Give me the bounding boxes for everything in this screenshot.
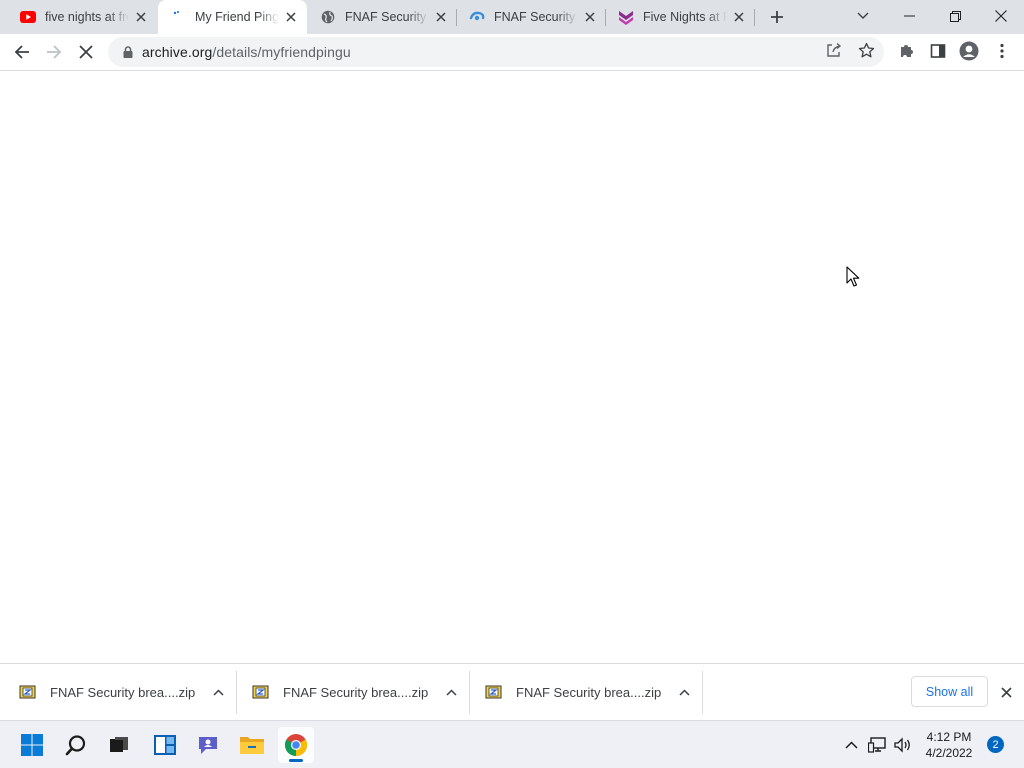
chrome-taskbar-button[interactable] — [278, 727, 314, 763]
tab-title: My Friend Pingu — [195, 10, 279, 24]
download-separator — [702, 671, 703, 714]
restore-icon — [949, 10, 961, 22]
tab-fnaf-security-breach-1[interactable]: FNAF Security breach — [308, 0, 457, 34]
chat-icon — [199, 737, 217, 754]
stop-loading-button[interactable] — [72, 38, 100, 66]
taskbar-search-button[interactable] — [58, 727, 94, 763]
search-icon — [65, 735, 86, 756]
chevron-up-icon[interactable] — [441, 683, 461, 703]
side-panel-icon[interactable] — [927, 40, 949, 62]
tab-title: FNAF Security breach — [494, 10, 578, 24]
page-content — [0, 71, 1024, 663]
chrome-icon — [285, 734, 307, 756]
download-shelf: FNAF Security brea....zip FNAF Security … — [0, 663, 1024, 720]
close-icon — [79, 45, 93, 59]
lock-icon[interactable] — [120, 44, 136, 60]
tab-five-nights-at-freddys[interactable]: Five Nights at Freddy's — [606, 0, 755, 34]
download-item[interactable]: FNAF Security brea....zip — [0, 664, 233, 721]
tab-fnaf-security-breach-2[interactable]: FNAF Security breach — [457, 0, 606, 34]
widgets-button[interactable] — [147, 727, 183, 763]
windows-taskbar: 4:12 PM 4/2/2022 2 — [0, 720, 1024, 768]
chevron-down-icon — [857, 12, 869, 19]
url-path: /details/myfriendpingu — [212, 44, 351, 60]
url-host: archive.org — [142, 44, 213, 60]
close-icon[interactable] — [996, 682, 1016, 702]
loading-spinner-icon — [170, 9, 186, 25]
task-view-icon — [110, 737, 128, 752]
close-icon — [995, 10, 1007, 22]
tab-strip: five nights at freddy's security breach … — [0, 0, 1024, 34]
plus-icon — [771, 11, 783, 23]
clock-time: 4:12 PM — [926, 730, 972, 744]
close-window-button[interactable] — [978, 0, 1024, 32]
zip-archive-icon — [18, 683, 38, 703]
new-tab-button[interactable] — [765, 5, 789, 29]
close-icon[interactable] — [731, 9, 747, 25]
chevron-up-icon[interactable] — [674, 683, 694, 703]
file-explorer-button[interactable] — [234, 727, 270, 763]
volume-icon[interactable] — [892, 734, 914, 756]
zip-archive-icon — [251, 683, 271, 703]
chevron-logo-icon — [618, 9, 634, 25]
download-filename: FNAF Security brea....zip — [283, 685, 429, 700]
active-app-indicator — [289, 759, 303, 762]
back-button[interactable] — [8, 38, 36, 66]
show-hidden-icons-chevron-up-icon[interactable] — [840, 734, 862, 756]
address-bar[interactable]: archive.org/details/myfriendpingu — [108, 37, 884, 67]
file-explorer-icon — [240, 737, 264, 754]
bookmark-star-icon[interactable] — [857, 41, 875, 59]
download-item[interactable]: FNAF Security brea....zip — [233, 664, 466, 721]
download-item[interactable]: FNAF Security brea....zip — [466, 664, 699, 721]
tab-my-friend-pingu[interactable]: My Friend Pingu — [158, 0, 307, 34]
more-menu-icon[interactable] — [991, 40, 1013, 62]
tab-youtube[interactable]: five nights at freddy's security breach — [8, 0, 157, 34]
mouse-pointer-icon — [846, 266, 860, 287]
browser-toolbar: archive.org/details/myfriendpingu — [0, 34, 1024, 71]
show-all-downloads-button[interactable]: Show all — [911, 676, 988, 707]
tab-title: Five Nights at Freddy's — [643, 10, 727, 24]
notification-badge[interactable]: 2 — [987, 736, 1004, 753]
system-clock[interactable]: 4:12 PM 4/2/2022 — [914, 729, 984, 761]
download-filename: FNAF Security brea....zip — [516, 685, 662, 700]
tab-title: five nights at freddy's security breach — [45, 10, 129, 24]
share-icon[interactable] — [825, 41, 843, 59]
close-icon[interactable] — [582, 9, 598, 25]
arrow-left-icon — [14, 45, 29, 59]
chat-button[interactable] — [190, 727, 226, 763]
minimize-button[interactable] — [886, 0, 932, 32]
zip-archive-icon — [484, 683, 504, 703]
clock-date: 4/2/2022 — [925, 746, 973, 760]
globe-icon — [320, 9, 336, 25]
task-view-button[interactable] — [101, 727, 137, 763]
close-icon[interactable] — [133, 9, 149, 25]
tab-separator — [754, 9, 755, 26]
restore-button[interactable] — [932, 0, 978, 32]
close-icon[interactable] — [433, 9, 449, 25]
network-icon[interactable] — [867, 734, 889, 756]
close-icon[interactable] — [283, 9, 299, 25]
tab-search-button[interactable] — [840, 0, 886, 32]
extensions-puzzle-icon[interactable] — [895, 40, 917, 62]
swirl-icon — [469, 9, 485, 25]
profile-avatar-icon[interactable] — [958, 40, 980, 62]
url-text: archive.org/details/myfriendpingu — [142, 44, 351, 60]
start-button[interactable] — [14, 727, 50, 763]
start-icon — [21, 734, 43, 756]
chevron-up-icon[interactable] — [208, 683, 228, 703]
minimize-icon — [903, 15, 915, 17]
download-filename: FNAF Security brea....zip — [50, 685, 196, 700]
youtube-icon — [20, 9, 36, 25]
arrow-right-icon — [47, 45, 62, 59]
forward-button[interactable] — [40, 38, 68, 66]
tab-title: FNAF Security breach — [345, 10, 429, 24]
widgets-icon — [154, 735, 176, 755]
